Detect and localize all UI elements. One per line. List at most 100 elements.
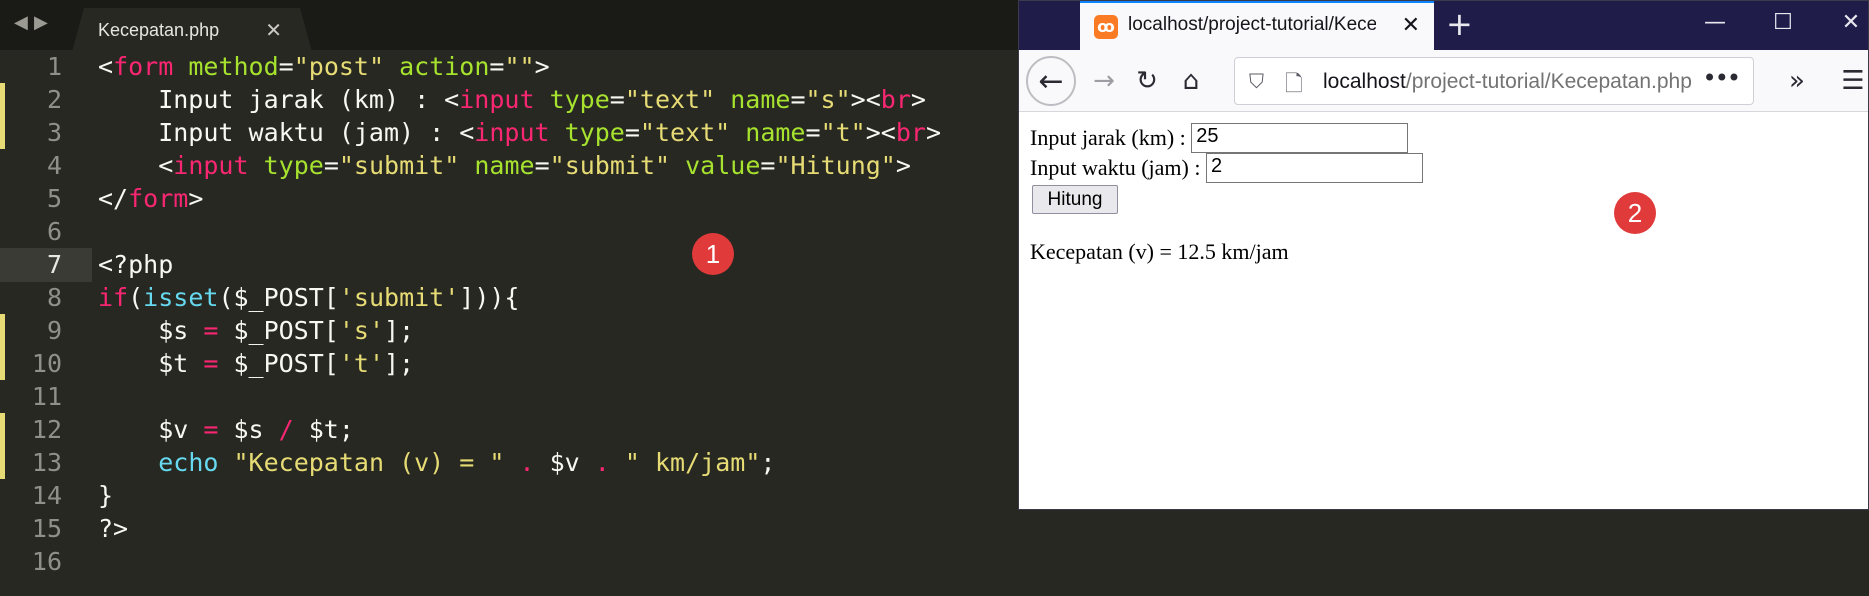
code-token: if — [98, 283, 129, 312]
code-token: "text" — [639, 118, 731, 147]
code-token: . — [594, 448, 610, 477]
modified-line-marker — [0, 413, 5, 446]
code-token: < — [98, 52, 114, 81]
code-line: $v = $s / $t; — [98, 413, 354, 446]
back-arrow-icon[interactable]: ← — [1026, 56, 1076, 106]
code-token: 't' — [338, 349, 384, 378]
xampp-favicon-icon: ꝏ — [1094, 15, 1118, 39]
code-token: type — [564, 118, 625, 147]
code-token: = — [790, 85, 806, 114]
code-token: type — [549, 85, 610, 114]
close-icon[interactable]: ✕ — [265, 18, 282, 43]
code-token: method — [188, 52, 279, 81]
code-token: 's' — [338, 316, 384, 345]
code-token: = — [323, 151, 339, 180]
waktu-row: Input waktu (jam) : 2 — [1030, 153, 1423, 183]
line-number: 1 — [46, 52, 62, 81]
maximize-button[interactable]: ☐ — [1763, 8, 1803, 38]
close-icon[interactable]: ✕ — [1402, 13, 1420, 38]
code-token: = — [278, 52, 294, 81]
code-line: Input waktu (jam) : <input type="text" n… — [98, 116, 941, 149]
code-token: input — [173, 151, 249, 180]
code-line: $s = $_POST['s']; — [98, 314, 414, 347]
code-token: echo — [158, 448, 219, 477]
url-host: localhost — [1323, 70, 1406, 93]
code-token: >< — [865, 118, 896, 147]
url-text[interactable]: localhost/project-tutorial/Kecepatan.php — [1323, 70, 1692, 94]
code-token: $t — [98, 349, 204, 378]
line-number: 4 — [46, 151, 62, 180]
shield-icon[interactable]: ⛉ — [1249, 69, 1264, 93]
code-token: ]; — [384, 349, 415, 378]
code-token: = — [760, 151, 776, 180]
code-token: $t; — [293, 415, 354, 444]
code-line: if(isset($_POST['submit'])){ — [98, 281, 520, 314]
line-number: 2 — [46, 85, 62, 114]
code-token: > — [895, 151, 911, 180]
nav-forward-icon[interactable]: ▶ — [34, 12, 48, 34]
code-token: value — [685, 151, 761, 180]
code-token: "Hitung" — [775, 151, 896, 180]
code-token: . — [519, 448, 535, 477]
code-token: input — [459, 85, 535, 114]
code-token: ?> — [98, 514, 129, 543]
new-tab-button[interactable]: + — [1446, 6, 1473, 42]
nav-back-icon[interactable]: ◀ — [14, 12, 28, 34]
code-line: } — [98, 479, 113, 512]
url-path: /project-tutorial/Kecepatan.php — [1405, 70, 1692, 93]
code-token: " km/jam" — [624, 448, 761, 477]
minimize-button[interactable]: — — [1695, 8, 1735, 38]
line-number: 5 — [46, 184, 62, 213]
code-token: = — [534, 151, 550, 180]
browser-title-bar: ꝏ localhost/project-tutorial/Kecepatan.p… — [1018, 0, 1869, 50]
window-close-button[interactable]: ✕ — [1831, 8, 1869, 38]
modified-line-marker — [0, 314, 5, 347]
code-token: 'submit' — [338, 283, 460, 312]
code-token: = — [489, 52, 505, 81]
code-token: } — [98, 481, 114, 510]
line-number: 10 — [31, 349, 62, 378]
code-token: $v — [98, 415, 204, 444]
home-icon[interactable]: ⌂ — [1172, 62, 1210, 100]
code-token: ]; — [384, 316, 415, 345]
code-token: </ — [98, 184, 129, 213]
code-token: "submit" — [338, 151, 460, 180]
jarak-input[interactable]: 25 — [1191, 123, 1409, 153]
code-token: name — [730, 85, 791, 114]
code-line: </form> — [98, 182, 203, 215]
waktu-input[interactable]: 2 — [1205, 153, 1423, 183]
line-number: 13 — [31, 448, 62, 477]
jarak-label: Input jarak (km) : — [1030, 125, 1186, 150]
overflow-icon[interactable]: » — [1778, 62, 1816, 100]
line-number: 6 — [46, 217, 62, 246]
code-token: "Kecepatan (v) = " — [233, 448, 505, 477]
code-line: Input jarak (km) : <input type="text" na… — [98, 83, 926, 116]
code-token: $_POST[ — [218, 349, 339, 378]
code-token: br — [880, 85, 911, 114]
editor-tab[interactable]: Kecepatan.php ✕ — [72, 8, 312, 52]
reload-icon[interactable]: ↻ — [1128, 62, 1166, 100]
page-actions-button[interactable]: ••• — [1703, 64, 1741, 92]
modified-line-marker — [0, 446, 5, 479]
code-token: = — [624, 118, 640, 147]
code-token: input — [474, 118, 550, 147]
hitung-button[interactable]: Hitung — [1032, 185, 1118, 214]
hamburger-menu-icon[interactable]: ☰ — [1838, 62, 1868, 100]
code-line: <input type="submit" name="submit" value… — [98, 149, 911, 182]
code-token: $s — [98, 316, 204, 345]
code-token: ])){ — [459, 283, 520, 312]
code-line: echo "Kecepatan (v) = " . $v . " km/jam"… — [98, 446, 775, 479]
forward-arrow-icon[interactable]: → — [1085, 62, 1123, 100]
url-bar[interactable]: ⛉ 🗋 localhost/project-tutorial/Kecepatan… — [1234, 57, 1754, 105]
modified-line-marker — [0, 347, 5, 380]
code-line: ?> — [98, 512, 128, 545]
browser-tab[interactable]: ꝏ localhost/project-tutorial/Kecepatan.p… — [1080, 0, 1434, 50]
code-token: name — [474, 151, 535, 180]
